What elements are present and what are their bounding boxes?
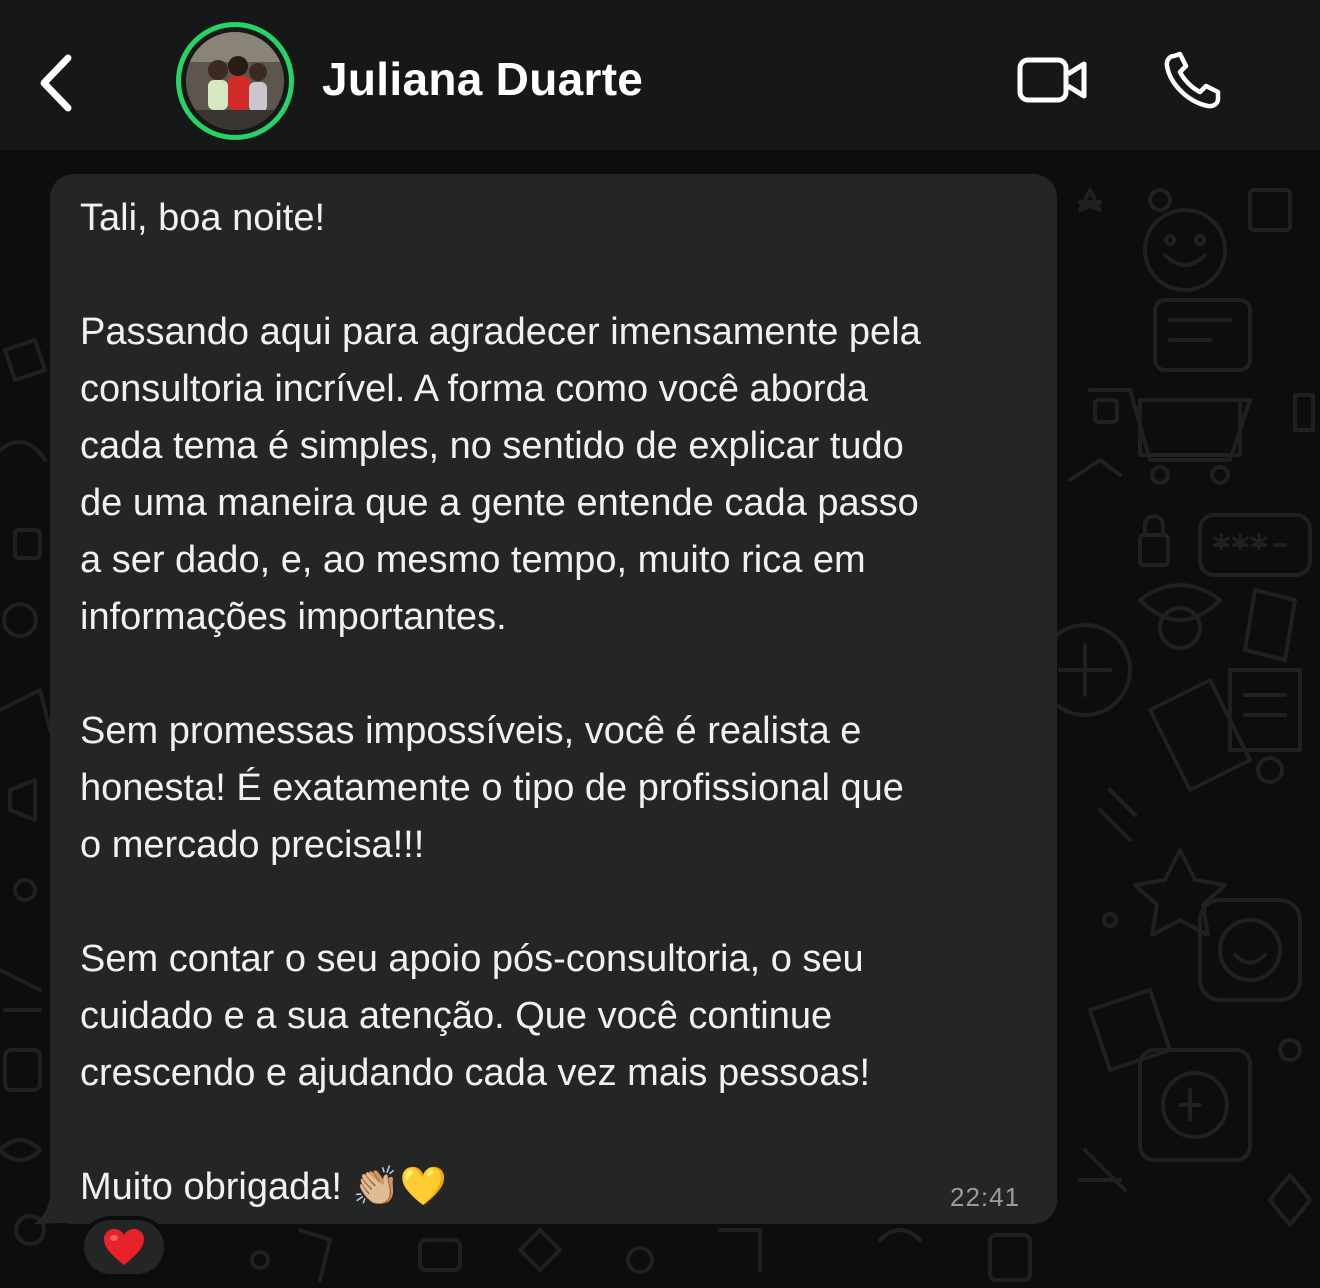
chat-screen: *** Juliana Duarte Tali, boa noite! Pass… — [0, 0, 1320, 1288]
chat-header: Juliana Duarte — [0, 0, 1320, 150]
heart-icon — [104, 1229, 144, 1265]
voice-call-button[interactable] — [1160, 48, 1230, 114]
video-call-button[interactable] — [1012, 50, 1092, 110]
contact-avatar-button[interactable] — [176, 22, 294, 140]
svg-text:***: *** — [1212, 528, 1269, 569]
contact-name[interactable]: Juliana Duarte — [322, 52, 643, 106]
message-text: Tali, boa noite! Passando aqui para agra… — [80, 197, 921, 1208]
reaction-badge[interactable] — [80, 1216, 168, 1278]
avatar-photo — [186, 32, 284, 130]
bubble-tail — [34, 1196, 72, 1224]
video-camera-icon — [1017, 57, 1087, 103]
avatar — [186, 32, 284, 130]
message-timestamp: 22:41 — [950, 1182, 1021, 1212]
chevron-left-icon — [40, 54, 72, 112]
phone-icon — [1164, 51, 1221, 109]
back-button[interactable] — [28, 48, 88, 118]
